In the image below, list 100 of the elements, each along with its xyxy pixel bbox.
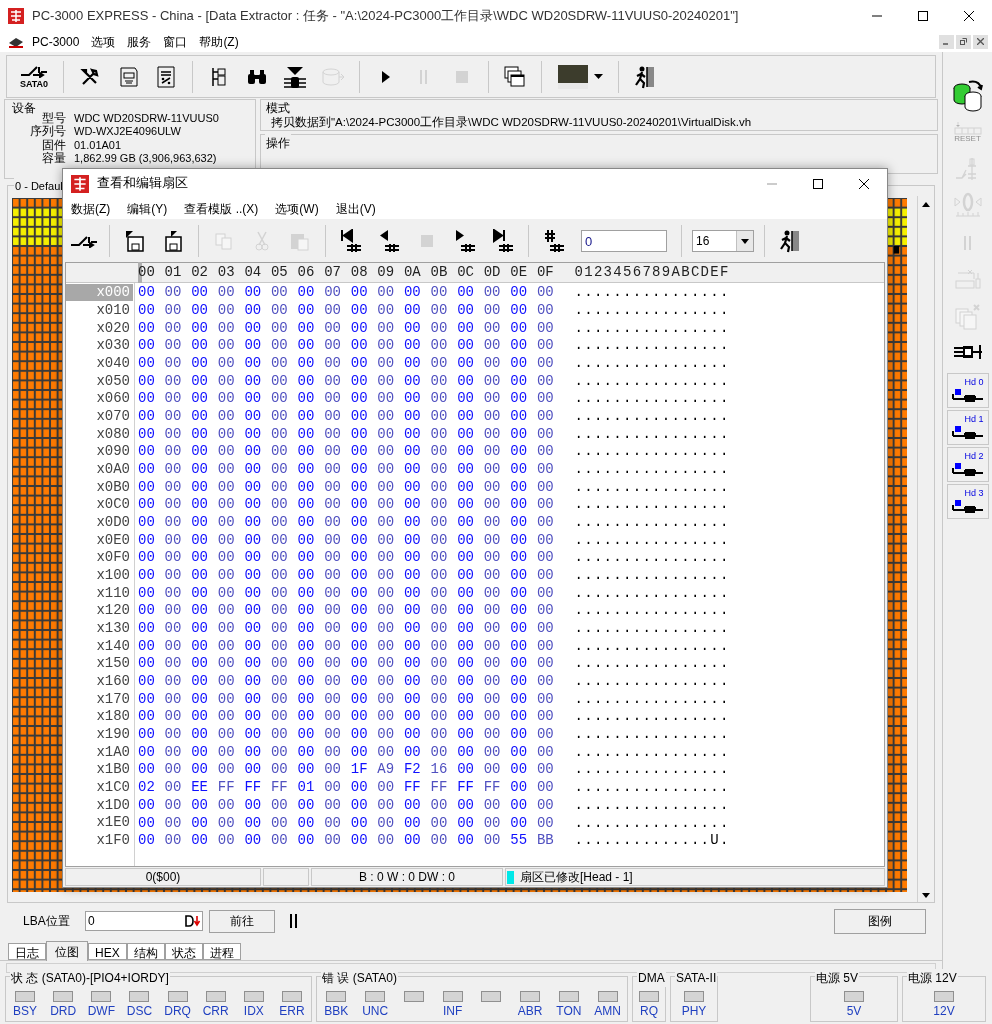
row-offset[interactable]: x0B0 — [66, 478, 133, 496]
go-button[interactable]: 前往 — [209, 909, 275, 933]
row-offset[interactable]: x080 — [66, 425, 133, 443]
hex-byte: 00 — [164, 442, 183, 462]
hex-byte: 00 — [324, 601, 342, 621]
menu-item[interactable]: 服务 — [121, 32, 158, 51]
tab[interactable]: 状态 — [164, 943, 203, 960]
menu-item[interactable]: PC-3000 — [26, 32, 86, 51]
row-offset[interactable]: x180 — [66, 708, 133, 726]
tab[interactable]: 位图 — [46, 941, 88, 961]
maximize-icon[interactable] — [812, 177, 824, 190]
hex-byte: 00 — [297, 442, 316, 462]
row-offset[interactable]: x1F0 — [66, 832, 133, 850]
hex-byte: 00 — [244, 283, 263, 303]
hex-byte: 00 — [164, 371, 183, 391]
row-offset[interactable]: x170 — [66, 690, 133, 708]
ascii-text: ................ — [574, 336, 730, 356]
row-offset[interactable]: x110 — [66, 584, 133, 602]
scroll-down-icon[interactable] — [922, 893, 930, 898]
lba-label: LBA位置 — [23, 913, 71, 930]
row-offset[interactable]: x010 — [66, 302, 133, 319]
row-offset[interactable]: x040 — [66, 355, 133, 372]
hex-byte: 00 — [377, 795, 396, 815]
restore-icon[interactable] — [960, 38, 967, 45]
row-offset[interactable]: x1D0 — [66, 796, 133, 814]
row-offset[interactable]: x100 — [66, 567, 133, 585]
menu-item[interactable]: 退出(V) — [329, 199, 382, 218]
row-offset[interactable]: x0F0 — [66, 549, 133, 567]
toolbar-button[interactable]: SATA0 — [13, 59, 55, 94]
hex-byte: EE — [191, 778, 209, 798]
maximize-icon[interactable] — [917, 9, 929, 22]
row-offset[interactable]: x090 — [66, 443, 133, 461]
row-offset[interactable]: x050 — [66, 372, 133, 390]
row-offset[interactable]: x160 — [66, 673, 133, 691]
hex-byte: 00 — [457, 742, 475, 762]
tab[interactable]: 日志 — [8, 943, 46, 960]
close-icon[interactable] — [858, 177, 870, 190]
close-icon[interactable] — [963, 9, 975, 22]
hex-byte: 00 — [270, 760, 289, 780]
menu-item[interactable]: 帮助(Z) — [193, 32, 245, 51]
size-dropdown[interactable]: 16 — [692, 230, 754, 252]
hex-byte: 00 — [324, 583, 342, 603]
row-offset[interactable]: x0E0 — [66, 531, 133, 549]
head-button[interactable]: Hd 1 — [946, 410, 989, 445]
hex-byte: 00 — [217, 371, 236, 391]
lba-input-field[interactable]: 0 — [85, 911, 203, 931]
hex-byte: 00 — [377, 318, 396, 338]
menu-item[interactable]: 查看模版 ..(X) — [178, 199, 265, 218]
row-offset[interactable]: x190 — [66, 726, 133, 744]
hex-byte: 00 — [217, 301, 236, 320]
row-offset[interactable]: x0D0 — [66, 514, 133, 532]
row-offset[interactable]: x070 — [66, 408, 133, 426]
hex-byte: 00 — [164, 566, 183, 586]
scroll-up-icon[interactable] — [922, 202, 930, 207]
head-button[interactable]: Hd 3 — [946, 484, 989, 519]
hex-byte: 00 — [536, 760, 555, 780]
sector-input-field[interactable]: 0 — [581, 230, 667, 252]
hex-byte: FF — [270, 778, 289, 798]
head-button[interactable]: Hd 2 — [946, 447, 989, 482]
hex-byte: 00 — [270, 442, 289, 462]
hex-byte: 00 — [457, 636, 475, 656]
hex-byte: 00 — [430, 301, 449, 320]
menu-item[interactable]: 数据(Z) — [65, 199, 117, 218]
menu-item[interactable]: 编辑(Y) — [121, 199, 174, 218]
hex-byte: 00 — [138, 318, 156, 338]
led-label: ABR — [517, 1003, 543, 1020]
row-offset[interactable]: x150 — [66, 655, 133, 673]
hex-byte: 00 — [297, 424, 316, 444]
tab[interactable]: 进程 — [202, 943, 241, 960]
menu-item[interactable]: 选项 — [85, 32, 122, 51]
row-offset[interactable]: x140 — [66, 637, 133, 655]
hex-byte: 00 — [483, 301, 502, 320]
row-offset[interactable]: x1E0 — [66, 814, 133, 832]
app-logo-icon — [71, 174, 89, 193]
hex-byte: 00 — [377, 583, 396, 603]
row-offset[interactable]: x1B0 — [66, 761, 133, 779]
hex-byte: 00 — [244, 654, 263, 674]
ascii-text: ..............U. — [574, 831, 730, 851]
hex-byte: FF — [244, 778, 263, 798]
menu-item[interactable]: 窗口 — [157, 32, 194, 51]
row-offset[interactable]: x0C0 — [66, 496, 133, 514]
row-offset[interactable]: x1A0 — [66, 743, 133, 761]
row-offset[interactable]: x0A0 — [66, 461, 133, 479]
hex-byte: 00 — [483, 548, 502, 568]
row-offset[interactable]: x130 — [66, 620, 133, 638]
row-offset[interactable]: x060 — [66, 390, 133, 408]
column-header: 0A — [403, 263, 422, 282]
row-offset[interactable]: x030 — [66, 337, 133, 355]
legend-button[interactable]: 图例 — [834, 908, 926, 934]
down-arrow-icon[interactable] — [185, 915, 201, 927]
row-offset[interactable]: x020 — [66, 319, 133, 337]
hex-byte: 00 — [403, 318, 422, 338]
tab[interactable]: 结构 — [126, 943, 165, 960]
row-offset[interactable]: x120 — [66, 602, 133, 620]
tab[interactable]: HEX — [88, 943, 127, 960]
hex-byte: 00 — [217, 424, 236, 444]
row-offset[interactable]: x1C0 — [66, 779, 133, 797]
hex-byte: 00 — [430, 619, 449, 639]
head-button[interactable]: Hd 0 — [946, 373, 989, 408]
menu-item[interactable]: 选项(W) — [269, 199, 325, 218]
